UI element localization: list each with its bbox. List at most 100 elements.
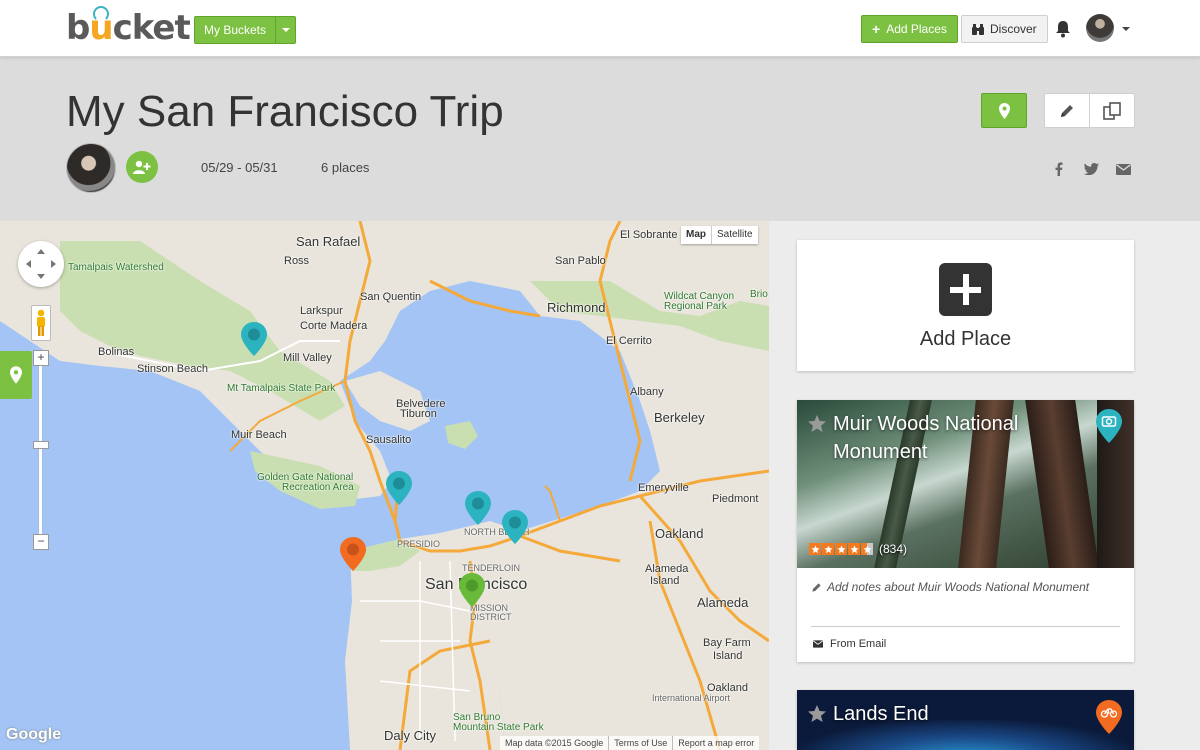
pegman-icon bbox=[37, 309, 45, 336]
terms-of-use-link[interactable]: Terms of Use bbox=[608, 736, 672, 750]
map-type-map[interactable]: Map bbox=[681, 226, 711, 244]
zoom-in-button[interactable]: + bbox=[33, 350, 49, 366]
top-navbar: bucket My Buckets + Add Places Discover bbox=[0, 0, 1200, 57]
place-source-label: From Email bbox=[830, 638, 887, 650]
add-place-card[interactable]: Add Place bbox=[797, 240, 1134, 371]
rating-star-icon bbox=[848, 543, 860, 555]
pencil-icon bbox=[1061, 104, 1073, 117]
map-label: San Quentin bbox=[360, 291, 422, 303]
zoom-out-button[interactable]: − bbox=[33, 534, 49, 550]
place-card[interactable]: Muir Woods National Monument (834) Add n… bbox=[797, 400, 1134, 662]
favorite-star-icon[interactable] bbox=[807, 704, 827, 724]
map-type-satellite[interactable]: Satellite bbox=[711, 226, 758, 244]
map-label: Island bbox=[650, 575, 680, 587]
map-label: San Rafael bbox=[296, 234, 361, 249]
twitter-icon[interactable] bbox=[1083, 161, 1099, 177]
chevron-down-icon bbox=[281, 28, 290, 32]
notification-bell-icon[interactable] bbox=[1054, 20, 1072, 38]
map-pin-icon bbox=[998, 102, 1010, 119]
place-source: From Email bbox=[813, 638, 886, 650]
place-card[interactable]: Lands End bbox=[797, 690, 1134, 750]
map-label: Mountain State Park bbox=[453, 722, 544, 733]
trip-header: My San Francisco Trip 05/29 - 05/31 6 pl… bbox=[0, 57, 1200, 221]
map-label: Regional Park bbox=[664, 301, 727, 312]
plus-icon: + bbox=[872, 21, 881, 37]
map-label: Island bbox=[713, 650, 743, 662]
camera-icon bbox=[1096, 409, 1122, 443]
map-type-selector: Map Satellite bbox=[681, 226, 758, 244]
facebook-icon[interactable] bbox=[1051, 161, 1067, 177]
map-place-pin[interactable] bbox=[465, 491, 491, 525]
map-label: Piedmont bbox=[712, 493, 759, 505]
trip-dates: 05/29 - 05/31 bbox=[201, 160, 278, 175]
map-place-pin[interactable] bbox=[340, 537, 366, 571]
google-logo: Google bbox=[6, 726, 62, 743]
map-label: Richmond bbox=[547, 300, 606, 315]
place-title[interactable]: Muir Woods National Monument bbox=[833, 410, 1083, 466]
add-user-icon bbox=[133, 160, 151, 174]
bucket-logo[interactable]: bucket bbox=[66, 8, 191, 48]
map-label: Corte Madera bbox=[300, 320, 368, 332]
discover-label: Discover bbox=[990, 22, 1037, 36]
map-attribution: Map data ©2015 Google Terms of Use Repor… bbox=[500, 736, 760, 750]
map-label: Mill Valley bbox=[283, 352, 332, 364]
map-add-pin-button[interactable] bbox=[0, 351, 32, 399]
map-place-pin[interactable] bbox=[241, 322, 267, 356]
map-label: Oakland bbox=[655, 526, 704, 541]
map-label: International Airport bbox=[652, 693, 731, 703]
trip-map[interactable]: San Rafael Ross San Quentin San Pablo El… bbox=[0, 221, 769, 750]
map-place-pin[interactable] bbox=[459, 573, 485, 607]
map-label: Daly City bbox=[384, 728, 437, 743]
map-label: PRESIDIO bbox=[397, 539, 441, 549]
map-label: Mt Tamalpais State Park bbox=[227, 383, 336, 394]
map-label: Muir Beach bbox=[231, 429, 287, 441]
my-buckets-button[interactable]: My Buckets bbox=[194, 16, 297, 44]
map-pin-icon bbox=[10, 366, 22, 384]
add-notes-prompt[interactable]: Add notes about Muir Woods National Monu… bbox=[811, 580, 1089, 594]
add-collaborator-button[interactable] bbox=[126, 151, 158, 183]
map-label: Bay Farm bbox=[703, 637, 751, 649]
my-buckets-label: My Buckets bbox=[204, 23, 267, 37]
edit-trip-button[interactable] bbox=[1045, 94, 1089, 127]
trip-owner-avatar[interactable] bbox=[66, 143, 116, 193]
my-buckets-dropdown-toggle[interactable] bbox=[275, 17, 295, 43]
binoculars-icon bbox=[972, 23, 984, 35]
map-label: Albany bbox=[630, 386, 664, 398]
user-menu-chevron-icon[interactable] bbox=[1122, 27, 1130, 31]
map-label: TENDERLOIN bbox=[462, 563, 521, 573]
map-label: Stinson Beach bbox=[137, 363, 208, 375]
copy-icon bbox=[1103, 101, 1121, 120]
user-avatar[interactable] bbox=[1086, 14, 1114, 42]
plus-square-icon bbox=[939, 263, 992, 316]
map-label: Sausalito bbox=[366, 434, 412, 446]
map-label: Recreation Area bbox=[282, 482, 354, 493]
add-notes-text: Add notes about Muir Woods National Monu… bbox=[827, 580, 1090, 594]
map-place-pin[interactable] bbox=[386, 471, 412, 505]
map-label: El Sobrante bbox=[620, 229, 678, 241]
map-label: Tamalpais Watershed bbox=[68, 262, 164, 273]
rating-star-icon bbox=[835, 543, 847, 555]
trip-place-count: 6 places bbox=[321, 160, 370, 175]
map-pan-control[interactable] bbox=[18, 241, 64, 287]
map-place-pin[interactable] bbox=[502, 510, 528, 544]
report-map-error-link[interactable]: Report a map error bbox=[672, 736, 759, 750]
add-places-label: Add Places bbox=[886, 22, 947, 36]
rating-star-icon bbox=[822, 543, 834, 555]
pan-arrows-icon bbox=[26, 249, 56, 279]
duplicate-trip-button[interactable] bbox=[1089, 94, 1134, 127]
add-places-button[interactable]: + Add Places bbox=[861, 15, 958, 43]
email-share-icon[interactable] bbox=[1115, 161, 1131, 177]
map-label: Brio bbox=[750, 289, 768, 300]
street-view-pegman[interactable] bbox=[31, 305, 51, 341]
place-photo[interactable]: Muir Woods National Monument (834) bbox=[797, 400, 1134, 568]
envelope-icon bbox=[813, 640, 823, 648]
map-view-toggle-button[interactable] bbox=[981, 93, 1027, 128]
bike-icon bbox=[1096, 700, 1122, 734]
map-label: Bolinas bbox=[98, 346, 135, 358]
review-count: (834) bbox=[879, 542, 908, 556]
trip-edit-actions bbox=[1044, 93, 1135, 128]
discover-button[interactable]: Discover bbox=[961, 15, 1048, 43]
zoom-slider-handle[interactable] bbox=[33, 441, 49, 449]
place-title[interactable]: Lands End bbox=[833, 700, 1083, 728]
favorite-star-icon[interactable] bbox=[807, 414, 827, 434]
